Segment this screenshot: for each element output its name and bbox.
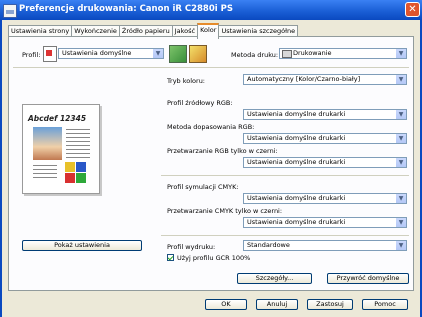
title-bar: Preferencje drukowania: Canon iR C2880i … [0,0,422,20]
cmyk-simulation-profile-select[interactable]: Ustawienia domyślne drukarki ▼ [243,193,407,204]
printer-icon [282,50,292,58]
preview-shape-yellow [65,162,75,172]
cmyk-black-processing-select[interactable]: Ustawienia domyślne drukarki ▼ [243,217,407,228]
output-profile-label: Profil wydruku: [167,243,216,251]
apply-button[interactable]: Zastosuj [307,299,353,310]
rgb-black-processing-select-value: Ustawienia domyślne drukarki [247,158,346,166]
profile-label: Profil: [22,51,41,59]
profile-select[interactable]: Ustawienia domyślne ▼ [58,48,164,59]
window-title: Preferencje drukowania: Canon iR C2880i … [19,4,233,14]
edit-profile-icon[interactable] [189,45,207,63]
cmyk-simulation-profile-select-value: Ustawienia domyślne drukarki [247,194,346,202]
preview-shape-green [76,173,86,183]
tab-color[interactable]: Kolor [197,23,220,39]
chevron-down-icon: ▼ [396,158,406,167]
rgb-source-profile-select[interactable]: Ustawienia domyślne drukarki ▼ [243,109,407,120]
print-method-select[interactable]: Drukowanie ▼ [279,48,407,59]
cmyk-simulation-profile-label: Profil symulacji CMYK: [167,183,239,191]
preview-text-lines-2 [33,165,57,166]
show-settings-button[interactable]: Pokaż ustawienia [22,240,142,251]
page-preview: Abcdef 12345 [22,104,100,194]
separator [161,175,409,176]
chevron-down-icon: ▼ [396,218,406,227]
chevron-down-icon: ▼ [396,194,406,203]
chevron-down-icon: ▼ [396,49,406,58]
tab-panel-color: Profil: Ustawienia domyślne ▼ Metoda dru… [8,36,414,291]
preview-sample-text: Abcdef 12345 [28,114,87,123]
gcr-checkbox[interactable] [167,254,174,261]
rgb-source-profile-select-value: Ustawienia domyślne drukarki [247,110,346,118]
print-method-select-value: Drukowanie [293,49,332,57]
rgb-black-processing-select[interactable]: Ustawienia domyślne drukarki ▼ [243,157,407,168]
matching-method-select[interactable]: Ustawienia domyślne drukarki ▼ [243,133,407,144]
ok-button[interactable]: OK [205,299,247,310]
chevron-down-icon: ▼ [396,241,406,250]
preview-shape-blue [76,162,86,172]
color-mode-select[interactable]: Automatyczny [Kolor/Czarno-biały] ▼ [243,74,407,85]
tab-strip: Ustawienia strony Wykończenie Źródło pap… [8,23,299,39]
gcr-checkbox-label: Użyj profilu GCR 100% [177,254,251,262]
preview-shape-red [65,173,75,183]
rgb-black-processing-label: Przetwarzanie RGB tylko w czerni: [167,147,278,155]
matching-method-select-value: Ustawienia domyślne drukarki [247,134,346,142]
profile-icon [43,46,57,62]
output-profile-select-value: Standardowe [247,241,290,249]
profile-select-value: Ustawienia domyślne [62,49,132,57]
details-button[interactable]: Szczegóły... [237,273,312,284]
close-button[interactable]: ✕ [405,2,420,17]
add-profile-icon[interactable] [169,45,187,63]
preview-text-lines [66,129,90,130]
preview-photo [33,127,62,160]
output-profile-select[interactable]: Standardowe ▼ [243,240,407,251]
separator [161,235,409,236]
close-icon: ✕ [408,4,417,15]
color-mode-select-value: Automatyczny [Kolor/Czarno-biały] [247,75,361,83]
rgb-source-profile-label: Profil źródłowy RGB: [167,99,233,107]
dialog-body: Ustawienia strony Wykończenie Źródło pap… [0,20,422,317]
cmyk-black-processing-select-value: Ustawienia domyślne drukarki [247,218,346,226]
cmyk-black-processing-label: Przetwarzanie CMYK tylko w czerni: [167,207,283,215]
chevron-down-icon: ▼ [153,49,163,58]
cancel-button[interactable]: Anuluj [256,299,298,310]
chevron-down-icon: ▼ [396,75,406,84]
matching-method-label: Metoda dopasowania RGB: [167,123,255,131]
separator [13,67,409,68]
chevron-down-icon: ▼ [396,110,406,119]
help-button[interactable]: Pomoc [362,299,408,310]
print-method-label: Metoda druku: [231,51,279,59]
printer-icon [3,4,17,18]
restore-defaults-button[interactable]: Przywróć domyślne [327,273,409,284]
color-mode-label: Tryb koloru: [167,77,206,85]
chevron-down-icon: ▼ [396,134,406,143]
